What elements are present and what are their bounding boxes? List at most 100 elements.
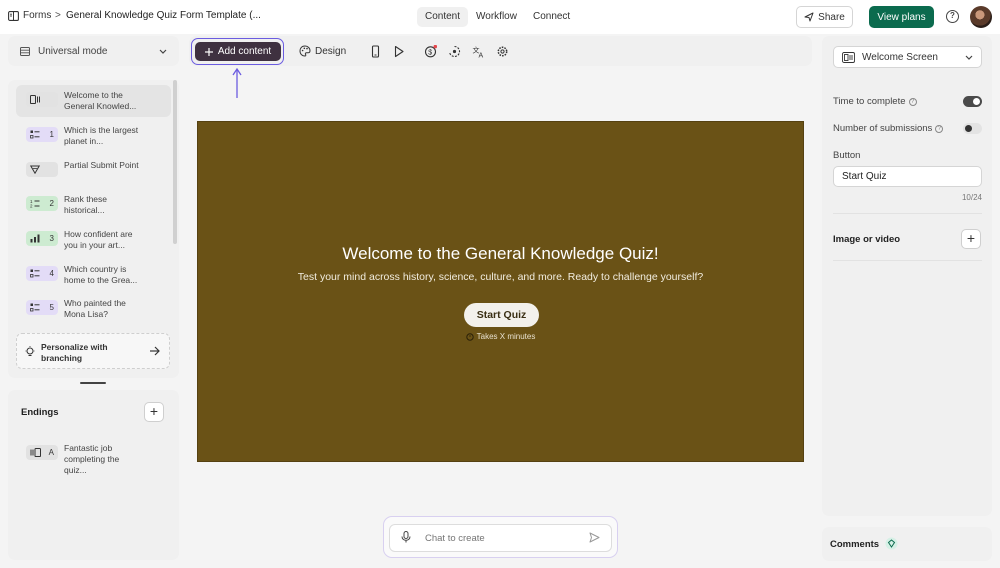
question-type-badge: 4 [26, 266, 58, 281]
translate-icon[interactable]: 文A [472, 45, 485, 59]
ending-type-badge: A [26, 445, 58, 460]
multiple-choice-icon [30, 269, 40, 278]
mode-label: Universal mode [38, 45, 108, 57]
question-text: Welcome to the General Knowled... [64, 90, 137, 111]
list-item[interactable]: 3 How confident are you in your art... [16, 224, 171, 256]
question-type-badge: 3 [26, 231, 58, 246]
submissions-toggle[interactable] [963, 123, 982, 134]
add-image-button[interactable]: + [961, 229, 981, 249]
comments-label: Comments [830, 539, 880, 550]
question-type-badge: 5 [26, 300, 58, 315]
time-to-complete-row: Time to complete ? [833, 96, 917, 107]
gear-icon[interactable] [496, 45, 509, 58]
list-item[interactable]: A Fantastic job completing the quiz... [16, 438, 171, 475]
welcome-screen-icon [30, 95, 40, 104]
question-type-badge: 1 [26, 127, 58, 142]
help-icon[interactable]: ? [946, 10, 959, 23]
share-label: Share [818, 11, 845, 23]
add-content-button[interactable]: Add content [195, 42, 281, 61]
mode-selector[interactable]: Universal mode [8, 36, 179, 66]
clock-icon [465, 332, 474, 341]
ending-screen-icon [30, 448, 41, 457]
question-text: Who painted the Mona Lisa? [64, 298, 126, 319]
info-icon[interactable]: ? [908, 97, 917, 106]
logic-icon[interactable] [448, 45, 461, 58]
forms-label: Forms [23, 10, 52, 21]
currency-icon[interactable]: $ [424, 45, 437, 58]
personalize-label: Personalize with branching [41, 342, 108, 363]
endings-panel: Endings + A Fantastic job completing the… [8, 390, 179, 560]
design-label: Design [315, 45, 347, 57]
view-plans-button[interactable]: View plans [869, 6, 934, 28]
multiple-choice-icon [30, 130, 40, 139]
tab-content[interactable]: Content [417, 7, 469, 27]
add-ending-button[interactable]: + [144, 402, 164, 422]
question-number: 4 [49, 269, 54, 278]
send-icon[interactable] [589, 532, 600, 543]
list-item[interactable]: 4 Which country is home to the Grea... [16, 259, 171, 291]
pointer-arrow-icon [232, 68, 242, 98]
question-text: Which country is home to the Grea... [64, 264, 138, 285]
question-text: Partial Submit Point [64, 160, 139, 170]
chat-input[interactable] [425, 530, 585, 546]
welcome-screen-preview[interactable]: Welcome to the General Knowledge Quiz! T… [197, 121, 804, 462]
share-button[interactable]: Share [796, 6, 853, 28]
list-item[interactable]: 5 Who painted the Mona Lisa? [16, 293, 171, 325]
comments-icon[interactable] [885, 537, 898, 550]
divider [833, 260, 982, 261]
start-quiz-button[interactable]: Start Quiz [464, 303, 539, 327]
question-text: How confident are you in your art... [64, 229, 133, 250]
form-title[interactable]: General Knowledge Quiz Form Template (..… [66, 10, 261, 21]
design-button[interactable]: Design [299, 45, 346, 57]
palette-icon [299, 45, 311, 57]
lightbulb-icon [25, 346, 35, 356]
screen-type-label: Welcome Screen [862, 51, 938, 63]
question-number: 1 [49, 130, 54, 139]
top-bar: Forms > General Knowledge Quiz Form Temp… [0, 0, 1000, 34]
info-icon[interactable]: ? [935, 124, 944, 133]
question-type-badge [26, 92, 58, 107]
button-text-input[interactable] [833, 166, 982, 187]
plus-icon [204, 47, 213, 56]
welcome-subtitle[interactable]: Test your mind across history, science, … [198, 271, 803, 283]
tab-connect[interactable]: Connect [525, 7, 578, 27]
question-text: Rank these historical... [64, 194, 107, 215]
ending-letter: A [48, 448, 54, 457]
ranking-icon: 12 [30, 199, 40, 208]
divider [833, 213, 982, 214]
mobile-preview-icon[interactable] [369, 45, 382, 58]
button-section-label: Button [833, 150, 861, 161]
list-item[interactable]: Partial Submit Point [16, 155, 171, 187]
question-text: Which is the largest planet in... [64, 125, 139, 146]
opinion-scale-icon [30, 234, 40, 243]
forms-home-link[interactable]: Forms [8, 10, 51, 21]
image-video-label: Image or video [833, 234, 901, 245]
svg-text:$: $ [428, 49, 432, 56]
svg-text:2: 2 [30, 204, 33, 209]
submissions-label: Number of submissions [833, 123, 933, 134]
time-estimate: Takes X minutes [198, 332, 803, 341]
ending-text: Fantastic job completing the quiz... [64, 443, 120, 475]
microphone-icon[interactable] [401, 531, 411, 543]
time-to-complete-toggle[interactable] [963, 96, 982, 107]
question-number: 2 [49, 199, 54, 208]
question-type-badge [26, 162, 58, 177]
screen-type-select[interactable]: Welcome Screen [833, 46, 982, 68]
breadcrumb-separator: > [55, 10, 61, 21]
list-item[interactable]: Welcome to the General Knowled... [16, 85, 171, 117]
avatar[interactable] [970, 6, 992, 28]
tab-workflow[interactable]: Workflow [468, 7, 525, 27]
welcome-title[interactable]: Welcome to the General Knowledge Quiz! [198, 244, 803, 264]
personalize-branching-button[interactable]: Personalize with branching [16, 333, 170, 369]
panel-resize-handle[interactable] [80, 382, 106, 384]
add-content-label: Add content [217, 46, 272, 57]
time-estimate-label: Takes X minutes [476, 332, 536, 341]
svg-text:A: A [479, 53, 484, 59]
endings-title: Endings [21, 407, 59, 418]
play-icon[interactable] [392, 45, 405, 58]
list-item[interactable]: 1 Which is the largest planet in... [16, 120, 171, 152]
question-list-scrollbar[interactable] [173, 80, 177, 244]
list-item[interactable]: 12 2 Rank these historical... [16, 189, 171, 221]
partial-submit-icon [30, 165, 40, 174]
chevron-down-icon [159, 49, 167, 54]
